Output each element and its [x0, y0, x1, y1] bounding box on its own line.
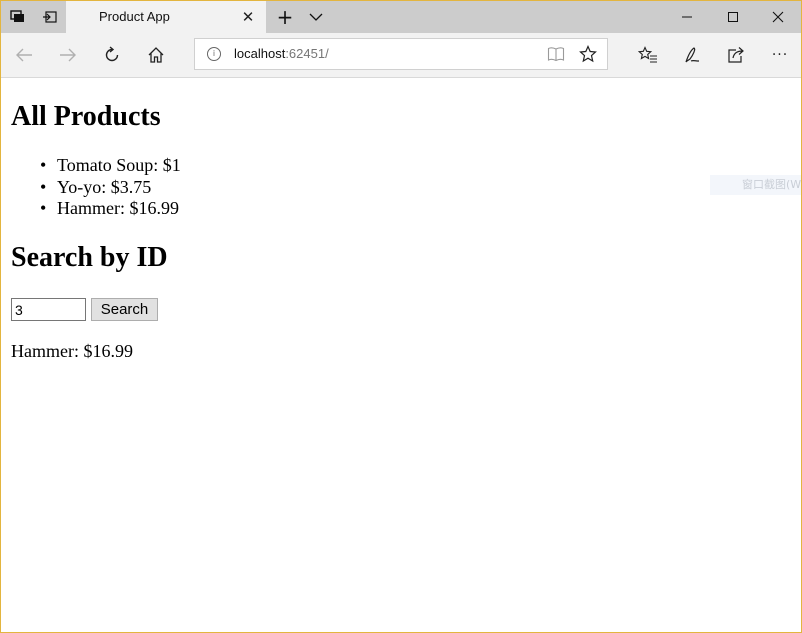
info-icon[interactable]: i	[207, 47, 221, 61]
tab-actions-icon[interactable]	[2, 1, 34, 33]
favorites-list-icon[interactable]	[626, 33, 670, 77]
browser-window: Product App ✕ + i localhost:62451/ ··· A…	[0, 0, 802, 633]
tab-product-app[interactable]: Product App ✕	[66, 1, 266, 33]
forward-arrow-icon[interactable]	[46, 33, 90, 77]
set-aside-tabs-icon[interactable]	[34, 1, 66, 33]
url-host: localhost	[234, 46, 286, 61]
list-item: Tomato Soup: $1	[40, 155, 181, 177]
tab-strip: Product App ✕ +	[1, 1, 801, 33]
chevron-down-icon[interactable]	[300, 1, 332, 33]
close-icon[interactable]	[755, 1, 801, 33]
star-icon[interactable]	[572, 39, 604, 69]
product-list: Tomato Soup: $1 Yo-yo: $3.75 Hammer: $16…	[11, 155, 181, 220]
page-content: All Products Tomato Soup: $1 Yo-yo: $3.7…	[1, 78, 801, 632]
address-bar[interactable]: i localhost:62451/	[194, 38, 608, 70]
maximize-icon[interactable]	[710, 1, 756, 33]
list-item: Yo-yo: $3.75	[40, 177, 181, 199]
search-heading: Search by ID	[11, 242, 168, 273]
refresh-icon[interactable]	[90, 33, 134, 77]
product-id-input[interactable]	[11, 298, 86, 321]
back-arrow-icon[interactable]	[2, 33, 46, 77]
plus-icon[interactable]: +	[269, 1, 301, 33]
home-icon[interactable]	[134, 33, 178, 77]
search-result: Hammer: $16.99	[11, 341, 133, 361]
all-products-heading: All Products	[11, 101, 161, 132]
pen-icon[interactable]	[670, 33, 714, 77]
book-icon[interactable]	[540, 39, 572, 69]
search-button[interactable]: Search	[91, 298, 158, 321]
tab-title: Product App	[99, 9, 170, 24]
url-port-path: :62451/	[285, 46, 329, 61]
window-screenshot-hint: 窗口截图(W)	[710, 175, 801, 195]
close-tab-icon[interactable]: ✕	[236, 1, 260, 33]
minimize-icon[interactable]	[664, 1, 710, 33]
navigation-bar: i localhost:62451/ ···	[1, 33, 801, 78]
more-icon[interactable]: ···	[758, 33, 801, 77]
share-icon[interactable]	[714, 33, 758, 77]
url-text[interactable]: localhost:62451/	[234, 46, 329, 61]
list-item: Hammer: $16.99	[40, 198, 181, 220]
